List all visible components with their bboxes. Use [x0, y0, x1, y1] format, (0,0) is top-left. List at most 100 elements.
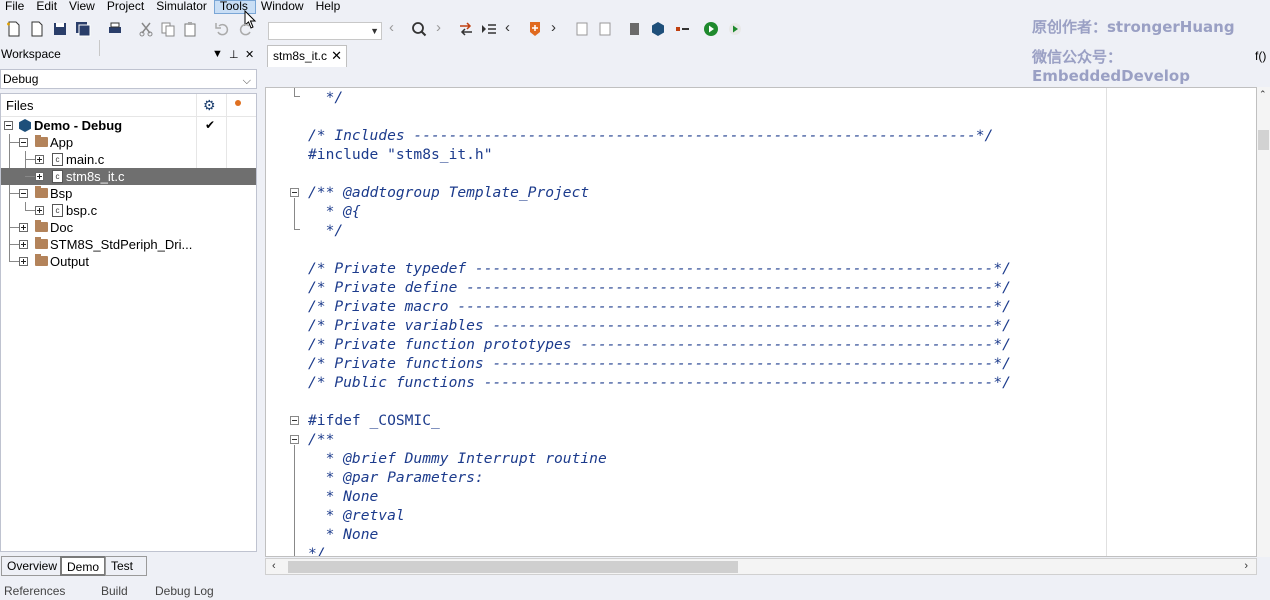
code-line: /* Private typedef ---------------------…	[308, 260, 1011, 277]
fold-icon[interactable]	[290, 435, 299, 444]
code-line: * @par Parameters:	[308, 469, 484, 486]
folder-label: Doc	[50, 220, 74, 235]
scroll-thumb[interactable]	[1258, 130, 1269, 150]
folder-icon	[35, 135, 48, 147]
redo-icon[interactable]	[238, 21, 254, 37]
collapse-icon[interactable]	[19, 138, 28, 147]
tab-debug-log[interactable]: Debug Log	[155, 584, 214, 598]
menu-file[interactable]: File	[0, 0, 31, 14]
code-editor[interactable]: */ /* Includes -------------------------…	[265, 87, 1257, 557]
scroll-left-icon[interactable]: ‹	[272, 560, 276, 572]
scroll-up-icon[interactable]: ⌃	[1259, 89, 1267, 100]
new-file-icon[interactable]	[6, 21, 22, 37]
collapse-icon[interactable]	[19, 189, 28, 198]
find-combo[interactable]: ▼	[268, 22, 382, 40]
folder-icon	[35, 254, 48, 266]
file-label: main.c	[66, 152, 105, 167]
expand-icon[interactable]	[35, 206, 44, 215]
cut-icon[interactable]	[138, 21, 154, 37]
tree-folder-app[interactable]: App	[1, 134, 256, 151]
fold-gutter	[266, 88, 306, 556]
files-header: Files ⚙	[1, 94, 256, 117]
c-file-icon: c	[52, 153, 63, 166]
c-file-icon: c	[52, 170, 63, 183]
code-line: /**	[308, 431, 335, 448]
save-icon[interactable]	[52, 21, 68, 37]
file-label: stm8s_it.c	[66, 169, 125, 184]
tree-folder-bsp[interactable]: Bsp	[1, 185, 256, 202]
fold-icon[interactable]	[290, 416, 299, 425]
expand-icon[interactable]	[19, 240, 28, 249]
undo-icon[interactable]	[214, 21, 230, 37]
code-line: /** @addtogroup Template_Project	[308, 184, 590, 201]
function-navigator-icon[interactable]: f()	[1255, 49, 1266, 63]
tree-folder-stdperiph[interactable]: STM8S_StdPeriph_Dri...	[1, 236, 256, 253]
tree-file-bsp[interactable]: c bsp.c	[1, 202, 256, 219]
paste-icon[interactable]	[182, 21, 198, 37]
menu-simulator[interactable]: Simulator	[151, 0, 214, 14]
code-line: /* Private macro -----------------------…	[308, 298, 1011, 315]
editor-tab-label: stm8s_it.c	[273, 49, 328, 63]
expand-icon[interactable]	[19, 257, 28, 266]
code-line: * @brief Dummy Interrupt routine	[308, 450, 607, 467]
expand-icon[interactable]	[19, 223, 28, 232]
project-name: Demo - Debug	[34, 118, 123, 133]
code-line: */	[308, 545, 326, 557]
menu-edit[interactable]: Edit	[31, 0, 64, 14]
menu-view[interactable]: View	[64, 0, 102, 14]
vertical-scrollbar[interactable]: ⌃	[1257, 87, 1270, 557]
code-line: /* Private variables -------------------…	[308, 317, 1011, 334]
tree-folder-doc[interactable]: Doc	[1, 219, 256, 236]
tree-folder-output[interactable]: Output	[1, 253, 256, 270]
tab-test[interactable]: Test	[105, 556, 147, 576]
close-workspace-icon[interactable]: ✕	[245, 48, 254, 61]
menu-bar: File Edit View Project Simulator Tools W…	[0, 0, 1270, 14]
folder-label: STM8S_StdPeriph_Dri...	[50, 237, 193, 252]
tab-build[interactable]: Build	[101, 584, 128, 598]
workspace-menu-icon[interactable]: ▼	[212, 48, 223, 60]
tree-file-main[interactable]: c main.c	[1, 151, 256, 168]
menu-help[interactable]: Help	[311, 0, 348, 14]
folder-icon	[35, 237, 48, 249]
chevron-down-icon: ⌵	[242, 75, 251, 87]
code-line: #ifdef _COSMIC_	[308, 412, 440, 429]
combo-arrow-icon: ▼	[370, 26, 379, 36]
pin-icon[interactable]: ⊥	[229, 48, 239, 61]
gear-icon[interactable]: ⚙	[203, 97, 216, 114]
tree-file-stm8s-it[interactable]: c stm8s_it.c	[1, 168, 256, 185]
file-tree-panel: Files ⚙ Demo - Debug ✔ App c main.c c st…	[0, 93, 257, 552]
editor-tab-stm8s-it[interactable]: stm8s_it.c ✕	[267, 45, 347, 67]
expand-icon[interactable]	[35, 172, 44, 181]
scroll-thumb[interactable]	[288, 561, 738, 573]
code-line: */	[308, 222, 344, 239]
watermark-author: 原创作者：strongerHuang	[1032, 18, 1235, 36]
scroll-right-icon[interactable]: ›	[1244, 560, 1248, 572]
code-line: * None	[308, 526, 379, 543]
tab-demo[interactable]: Demo	[60, 556, 107, 576]
tab-overview[interactable]: Overview	[1, 556, 64, 576]
open-file-icon[interactable]	[29, 21, 45, 37]
tree-project[interactable]: Demo - Debug ✔	[1, 117, 256, 134]
save-all-icon[interactable]	[75, 21, 91, 37]
folder-label: Output	[50, 254, 90, 269]
menu-project[interactable]: Project	[102, 0, 151, 14]
fold-icon[interactable]	[290, 188, 299, 197]
folder-label: App	[50, 135, 74, 150]
folder-icon	[35, 186, 48, 198]
tab-references[interactable]: References	[4, 584, 65, 598]
configuration-select[interactable]: Debug ⌵	[0, 69, 257, 89]
code-line: /* Private functions -------------------…	[308, 355, 1011, 372]
code-line: #include "stm8s_it.h"	[308, 146, 493, 163]
expand-icon[interactable]	[35, 155, 44, 164]
code-line: */	[308, 89, 344, 106]
project-icon	[19, 119, 31, 132]
collapse-icon[interactable]	[4, 121, 13, 130]
status-dot-icon	[235, 100, 241, 106]
horizontal-scrollbar[interactable]: ‹ ›	[265, 558, 1257, 575]
print-icon[interactable]	[107, 21, 123, 37]
menu-window[interactable]: Window	[256, 0, 311, 14]
copy-icon[interactable]	[160, 21, 176, 37]
code-line: /* Private function prototypes ---------…	[308, 336, 1011, 353]
close-tab-icon[interactable]: ✕	[331, 46, 342, 66]
folder-label: Bsp	[50, 186, 73, 201]
